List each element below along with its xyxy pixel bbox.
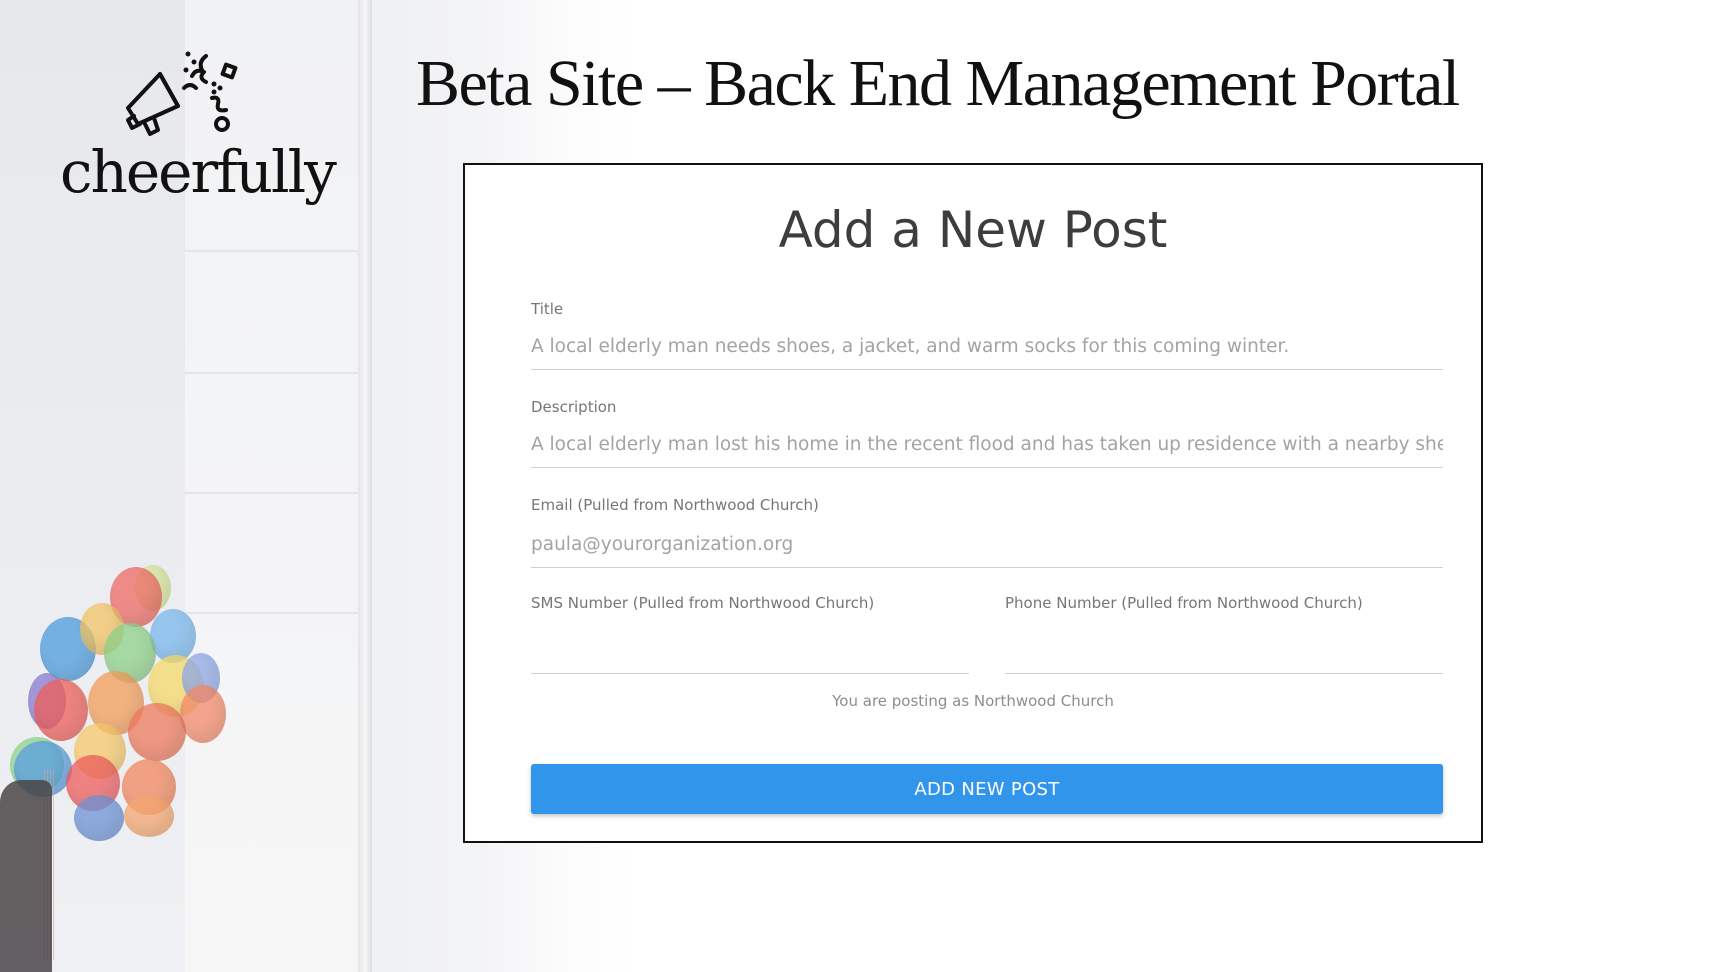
title-label: Title bbox=[531, 300, 564, 318]
email-label: Email (Pulled from Northwood Church) bbox=[531, 496, 819, 514]
balloon bbox=[128, 703, 186, 761]
posting-as-note: You are posting as Northwood Church bbox=[832, 692, 1114, 710]
wall-line bbox=[185, 250, 365, 252]
wall-line bbox=[185, 372, 365, 374]
phone-field: Phone Number (Pulled from Northwood Chur… bbox=[1005, 594, 1443, 674]
sms-input[interactable] bbox=[531, 632, 969, 674]
phone-label: Phone Number (Pulled from Northwood Chur… bbox=[1005, 594, 1363, 612]
add-new-post-button[interactable]: ADD NEW POST bbox=[531, 764, 1443, 814]
form-heading: Add a New Post bbox=[778, 201, 1168, 259]
background-pipe bbox=[358, 0, 372, 972]
page-title: Beta Site – Back End Management Portal bbox=[416, 47, 1460, 120]
phone-input[interactable] bbox=[1005, 632, 1443, 674]
balloon bbox=[124, 795, 174, 837]
description-label: Description bbox=[531, 398, 617, 416]
email-input[interactable] bbox=[531, 534, 1443, 568]
title-field: Title bbox=[531, 300, 1443, 370]
description-field: Description bbox=[531, 398, 1443, 468]
balloon bbox=[74, 795, 124, 841]
description-input[interactable] bbox=[531, 434, 1443, 468]
email-field: Email (Pulled from Northwood Church) bbox=[531, 496, 1443, 568]
megaphone-confetti-icon bbox=[126, 51, 238, 136]
balloon bbox=[180, 685, 226, 743]
title-input[interactable] bbox=[531, 336, 1443, 370]
sms-field: SMS Number (Pulled from Northwood Church… bbox=[531, 594, 969, 674]
sms-label: SMS Number (Pulled from Northwood Church… bbox=[531, 594, 875, 612]
brand-logo-text: cheerfully bbox=[60, 138, 337, 206]
add-post-form: Add a New Post Title Description Email (… bbox=[463, 163, 1483, 843]
person-silhouette bbox=[0, 780, 52, 972]
wall-line bbox=[185, 492, 365, 494]
